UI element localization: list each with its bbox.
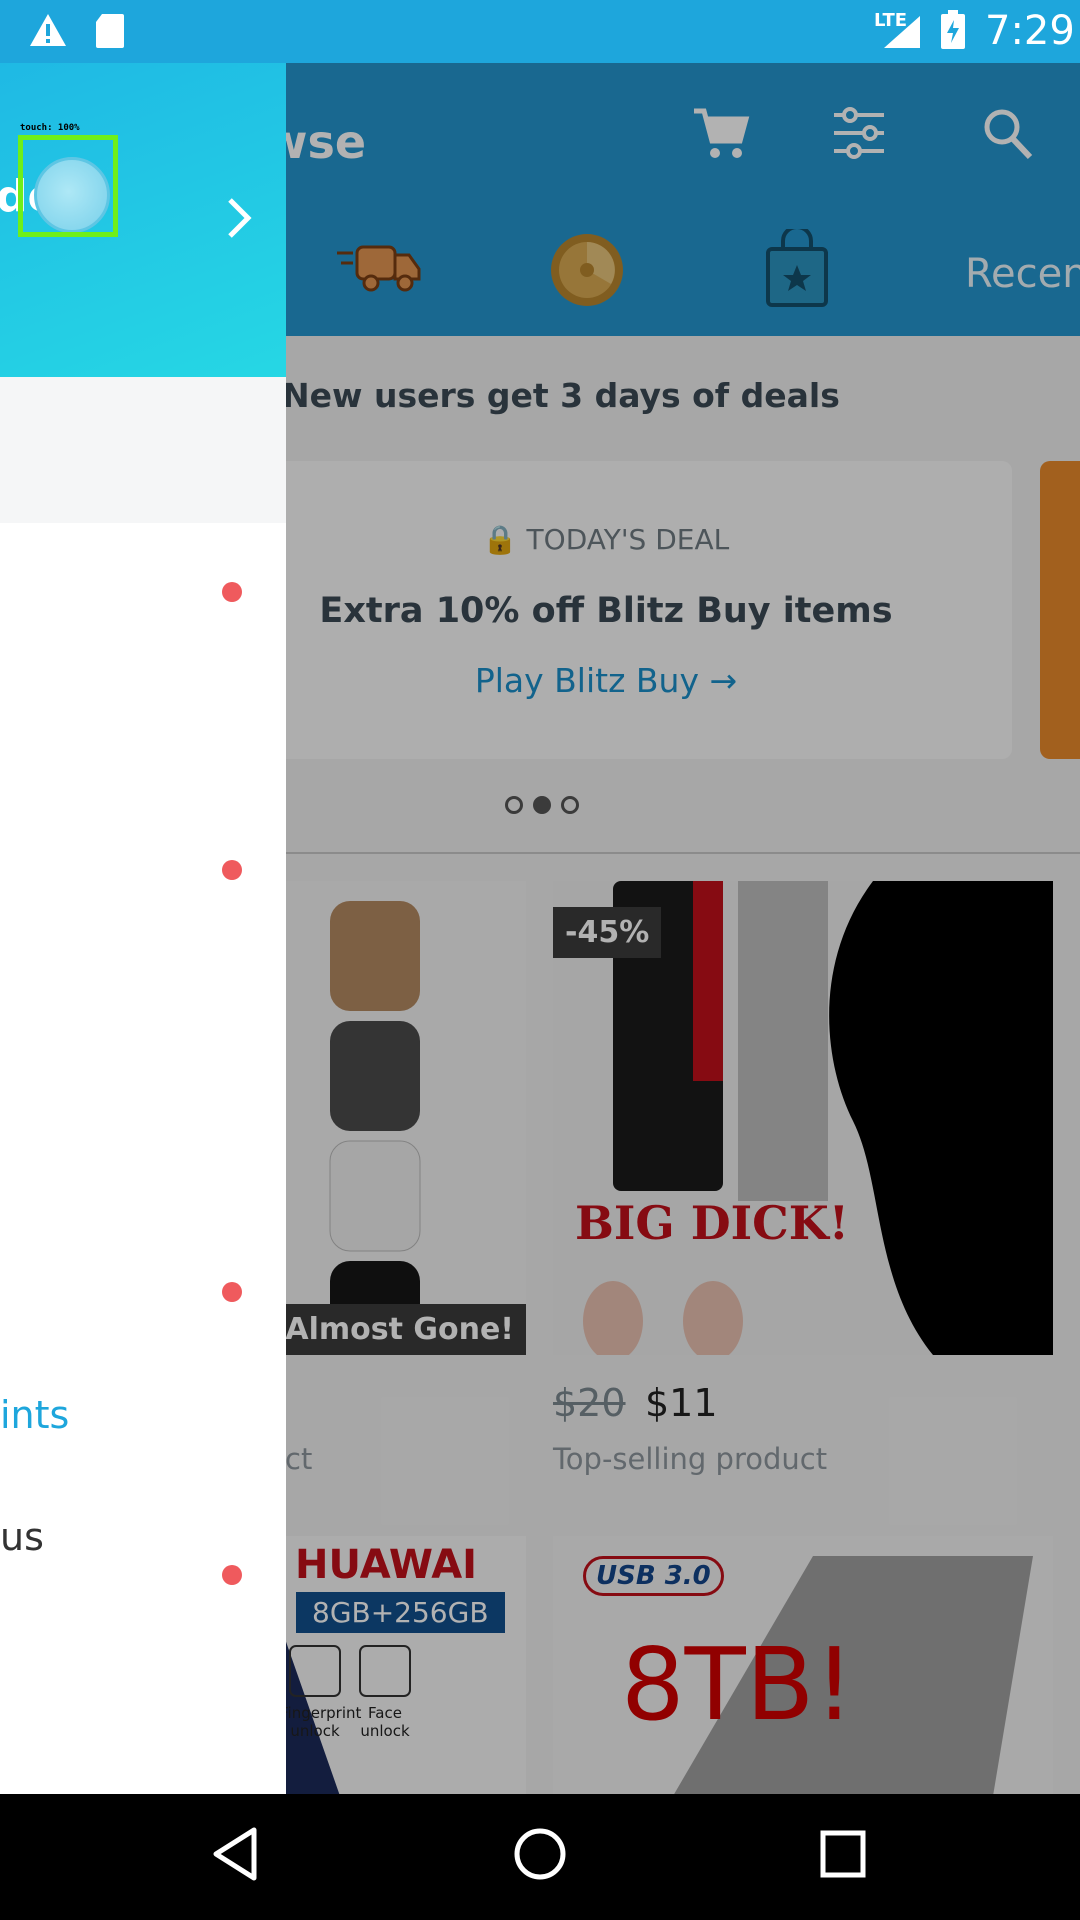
drawer-section (0, 377, 286, 523)
touch-indicator (18, 135, 118, 237)
recent-apps-icon[interactable] (818, 1824, 868, 1884)
back-icon[interactable] (210, 1824, 260, 1884)
signal-icon (884, 16, 920, 48)
notification-dot (222, 582, 242, 602)
home-icon[interactable] (512, 1824, 568, 1884)
touch-label: touch: 100% (20, 123, 80, 133)
sd-card-icon (96, 14, 124, 48)
chevron-right-icon[interactable] (226, 196, 252, 240)
notification-dot (222, 1565, 242, 1585)
notification-dot (222, 1282, 242, 1302)
battery-charging-icon (941, 10, 965, 49)
warning-icon (30, 14, 66, 46)
drawer-header[interactable]: de touch: 100% (0, 63, 286, 377)
drawer-item-points[interactable]: ints (0, 1393, 69, 1437)
clock: 7:29 (985, 8, 1075, 54)
navigation-drawer: de touch: 100% ints us (0, 63, 286, 1794)
system-nav-bar (0, 1794, 1080, 1920)
notification-dot (222, 860, 242, 880)
status-bar: LTE 7:29 (0, 0, 1080, 63)
drawer-item-us[interactable]: us (0, 1515, 44, 1559)
